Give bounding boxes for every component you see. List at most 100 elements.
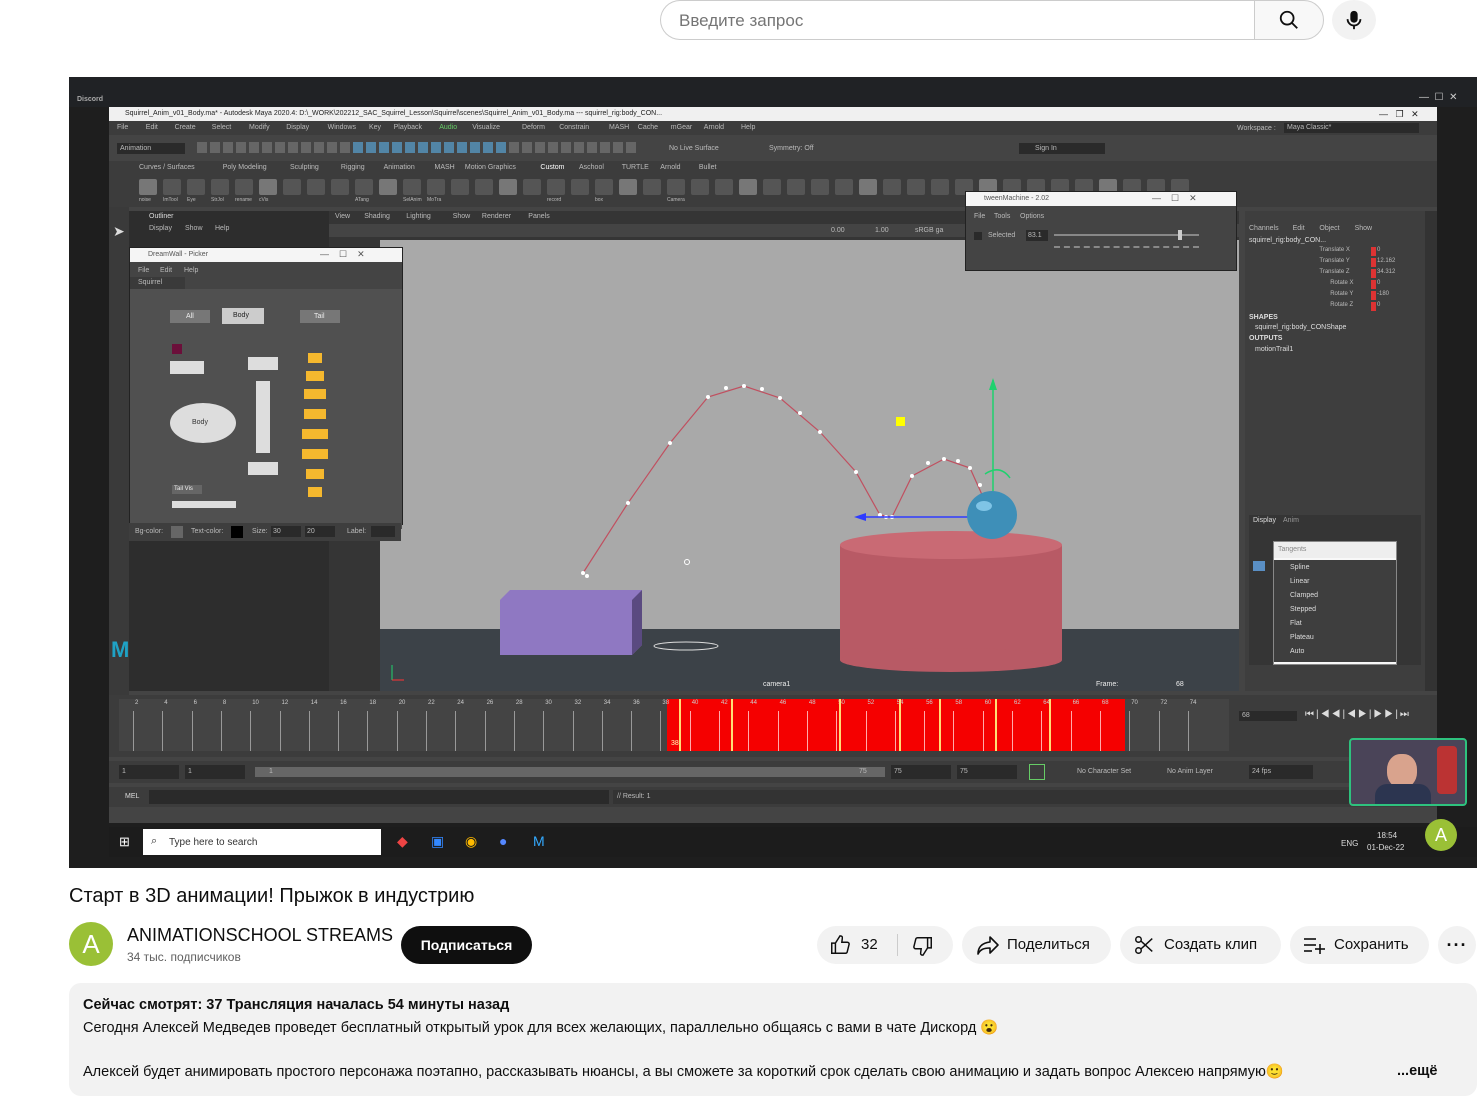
channel-attr-name[interactable]: Translate X xyxy=(1319,247,1349,253)
picker-menu-file[interactable]: File xyxy=(138,267,149,274)
channel-box-menu-item[interactable]: Edit xyxy=(1293,225,1305,232)
shelf-icon[interactable] xyxy=(379,179,397,195)
status-line-icon[interactable] xyxy=(340,142,350,153)
shelf-icon[interactable] xyxy=(307,179,325,195)
picker-window[interactable]: DreamWall - Picker — ☐ ✕ File Edit Help … xyxy=(129,247,403,529)
windows-start-icon[interactable]: ⊞ xyxy=(119,834,130,850)
shelf-tab[interactable]: Sculpting xyxy=(290,164,319,171)
channel-box-menu-item[interactable]: Show xyxy=(1355,225,1373,232)
more-actions-button[interactable]: ··· xyxy=(1438,926,1476,964)
status-line-icon[interactable] xyxy=(301,142,311,153)
maya-menu-item[interactable]: Playback xyxy=(394,124,422,131)
tween-preset-buttons[interactable] xyxy=(1054,246,1199,250)
picker-ctrl[interactable] xyxy=(170,361,204,374)
auto-key-icon[interactable] xyxy=(1029,764,1045,780)
symmetry-dropdown[interactable]: Symmetry: Off xyxy=(769,145,814,152)
status-line-icon[interactable] xyxy=(457,142,467,153)
picker-tail-ctrl[interactable] xyxy=(304,409,326,419)
viewport-menu-item[interactable]: Shading xyxy=(364,213,390,220)
status-line-icon[interactable] xyxy=(535,142,545,153)
subscribe-button[interactable]: Подписаться xyxy=(401,926,532,964)
status-line-icon[interactable] xyxy=(262,142,272,153)
shelf-icon[interactable] xyxy=(835,179,853,195)
end-time-field[interactable]: 75 xyxy=(957,765,1017,779)
shelf-icon[interactable] xyxy=(331,179,349,195)
channel-attr-value[interactable]: 34.312 xyxy=(1377,269,1395,275)
shelf-icon[interactable] xyxy=(283,179,301,195)
picker-ctrl[interactable] xyxy=(256,381,270,453)
tangents-menu[interactable]: Tangents Spline Linear Clamped Stepped Flat P… xyxy=(1273,541,1397,665)
maya-menu-item[interactable]: Select xyxy=(212,124,231,131)
status-line-icon[interactable] xyxy=(613,142,623,153)
picker-size-w[interactable]: 30 xyxy=(271,526,301,537)
maya-menu-item[interactable]: Display xyxy=(286,124,309,131)
create-clip-button[interactable]: Создать клип xyxy=(1120,926,1281,964)
side-tabs[interactable] xyxy=(1425,211,1437,691)
status-line-icon[interactable] xyxy=(483,142,493,153)
shelf-icon[interactable] xyxy=(427,179,445,195)
picker-tail-button[interactable]: Tail xyxy=(300,310,340,323)
maya-menu-item[interactable]: Modify xyxy=(249,124,270,131)
shelf-icon[interactable] xyxy=(547,179,565,195)
channel-box-attrs[interactable]: Translate X 0 Translate Y 12.162 Translate Z… xyxy=(1249,247,1421,319)
tangent-option[interactable]: Flat xyxy=(1290,620,1302,627)
status-line-icon[interactable] xyxy=(600,142,610,153)
share-button[interactable]: Поделиться xyxy=(962,926,1111,964)
search-input[interactable]: Введите запрос xyxy=(660,0,1254,40)
channel-box-menu-item[interactable]: Channels xyxy=(1249,225,1279,232)
shelf-icon[interactable] xyxy=(883,179,901,195)
picker-tail-ctrls[interactable] xyxy=(302,353,328,503)
maya-menu-item[interactable]: Windows xyxy=(328,124,356,131)
status-line-icon[interactable] xyxy=(314,142,324,153)
channel-box-menu-item[interactable]: Object xyxy=(1319,225,1339,232)
save-button[interactable]: Сохранить xyxy=(1290,926,1429,964)
picker-text-color-swatch[interactable] xyxy=(231,526,243,538)
picker-tail-ctrl[interactable] xyxy=(308,353,322,363)
channel-avatar[interactable]: A xyxy=(69,922,113,966)
shelf-icon[interactable] xyxy=(499,179,517,195)
channel-watermark-avatar[interactable]: A xyxy=(1425,819,1457,851)
status-line-icon[interactable] xyxy=(236,142,246,153)
viewport-menu-item[interactable]: Panels xyxy=(528,213,549,220)
maya-menu-item[interactable]: Visualize xyxy=(472,124,500,131)
shelf-tab[interactable]: Curves / Surfaces xyxy=(139,164,195,171)
status-line-icon[interactable] xyxy=(522,142,532,153)
status-line-icon[interactable] xyxy=(626,142,636,153)
shelf-tab[interactable]: Animation xyxy=(384,164,415,171)
status-line-icon[interactable] xyxy=(223,142,233,153)
layer-visibility[interactable] xyxy=(1253,561,1265,571)
picker-bg-color-swatch[interactable] xyxy=(171,526,183,538)
channel-attr-value[interactable]: -180 xyxy=(1377,291,1389,297)
tangent-option[interactable]: Stepped xyxy=(1290,606,1316,613)
timeline-selection-range[interactable] xyxy=(667,699,1125,751)
status-line-icon[interactable] xyxy=(275,142,285,153)
shelf-tab[interactable]: Motion Graphics xyxy=(465,164,516,171)
status-line-icon[interactable] xyxy=(444,142,454,153)
channel-attr-name[interactable]: Translate Y xyxy=(1319,258,1349,264)
status-line-icon[interactable] xyxy=(366,142,376,153)
range-slider[interactable]: 1 75 xyxy=(255,767,885,777)
shelf-icon[interactable] xyxy=(235,179,253,195)
outliner-menu-show[interactable]: Show xyxy=(185,225,203,232)
status-line-icon[interactable] xyxy=(548,142,558,153)
picker-body-button[interactable]: Body xyxy=(222,308,264,324)
maya-menu-item[interactable]: Key xyxy=(369,124,381,131)
tween-selected-checkbox[interactable] xyxy=(974,232,982,240)
tween-menu-tools[interactable]: Tools xyxy=(994,213,1010,220)
shelf-icon[interactable] xyxy=(643,179,661,195)
shelf-tab[interactable]: Bullet xyxy=(699,164,717,171)
picker-ctrl[interactable] xyxy=(248,357,278,370)
shelf-icon[interactable] xyxy=(691,179,709,195)
maya-menu-item[interactable]: Arnold xyxy=(704,124,724,131)
shelf-icon[interactable] xyxy=(763,179,781,195)
channel-attr-name[interactable]: Translate Z xyxy=(1319,269,1349,275)
maya-menu-item[interactable]: Audio xyxy=(439,124,457,131)
channel-attr-value[interactable]: 0 xyxy=(1377,280,1380,286)
status-line-icon[interactable] xyxy=(288,142,298,153)
shelf-icon[interactable] xyxy=(451,179,469,195)
status-line-icon[interactable] xyxy=(496,142,506,153)
viewport-menu-item[interactable]: Renderer xyxy=(482,213,511,220)
tangent-option[interactable]: Auto xyxy=(1290,648,1304,655)
shelf-icon[interactable] xyxy=(859,179,877,195)
outliner-menu-help[interactable]: Help xyxy=(215,225,229,232)
